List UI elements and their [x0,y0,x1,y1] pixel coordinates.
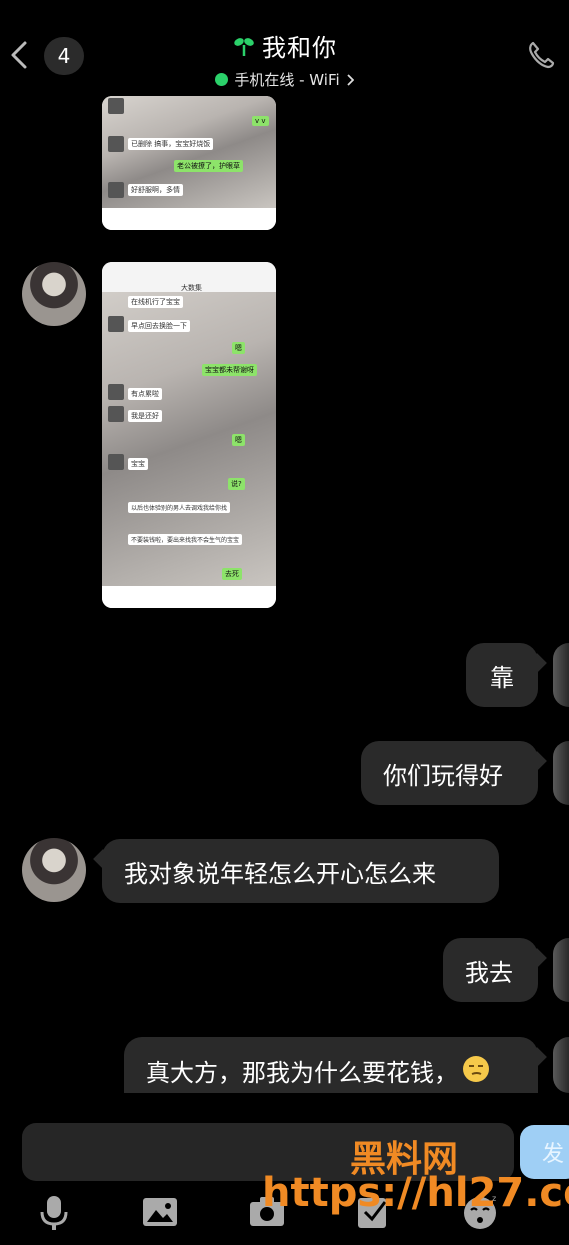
message-text: 我对象说年轻怎么开心怎么来 [124,859,436,888]
chat-header: 我和你 手机在线 - WiFi [0,28,569,90]
mini-avatar [108,384,124,400]
mini-avatar [108,454,124,470]
message-text: 靠 [490,663,514,692]
phone-icon[interactable] [527,40,555,70]
avatar[interactable] [22,838,86,902]
mini-bubble: v v [252,116,269,126]
avatar[interactable] [553,1037,569,1093]
mini-bubble: 不要装钱啦，要出来找我不会生气的宝宝 [128,534,243,545]
mini-bubble: 嗯 [232,342,245,354]
image-icon[interactable] [140,1192,180,1232]
online-status-text: 手机在线 - WiFi [234,71,340,89]
mini-bubble: 好舒服啊，多情 [128,184,183,196]
avatar[interactable] [553,643,569,707]
mini-bubble: 说? [228,478,245,490]
mini-avatar [108,136,124,152]
mini-title: 大数集 [181,284,202,292]
avatar[interactable] [553,938,569,1002]
message-bubble[interactable]: 真大方，那我为什么要花钱， [124,1037,538,1093]
message-bubble[interactable]: 我去 [443,938,538,1002]
mini-input-bar [102,586,276,608]
chat-title[interactable]: 我和你 [232,28,337,63]
message-bubble[interactable]: 我对象说年轻怎么开心怎么来 [102,839,499,903]
sprout-icon [234,37,254,56]
mini-bubble: 宝宝 [128,458,148,470]
mini-bubble: 我是还好 [128,410,162,422]
mini-bubble: 在线机行了宝宝 [128,296,183,308]
mini-avatar [108,406,124,422]
mini-bubble: 老公被撩了，护眼草 [174,160,243,172]
message-text: 你们玩得好 [383,761,503,790]
mini-avatar [108,316,124,332]
image-message[interactable]: 大数集 在线机行了宝宝 早点回去换脸一下 嗯 宝宝都未帮谢呀 有点累啦 我是还好… [102,262,276,608]
watermark-url: https://hl27.co [262,1170,569,1216]
avatar[interactable] [553,741,569,805]
mini-bubble: 已删除 搞事，宝宝好烧饭 [128,138,214,150]
send-label: 发 [542,1142,565,1167]
online-status[interactable]: 手机在线 - WiFi [215,69,354,90]
mini-avatar [108,182,124,198]
message-bubble[interactable]: 你们玩得好 [361,741,538,805]
chevron-right-icon [347,73,354,86]
microphone-icon[interactable] [34,1192,74,1232]
mini-bubble: 宝宝都未帮谢呀 [202,364,257,376]
smirk-emoji-icon [463,1056,489,1082]
message-text: 真大方，那我为什么要花钱， [146,1059,458,1087]
mini-bubble: 去死 [222,568,242,580]
mini-bubble: 有点累啦 [128,388,162,400]
mini-bubble: 嗯 [232,434,245,446]
mini-input-bar [102,208,276,230]
image-message[interactable]: v v 已删除 搞事，宝宝好烧饭 老公被撩了，护眼草 好舒服啊，多情 [102,96,276,230]
online-dot-icon [215,73,229,86]
message-text: 我去 [465,958,513,987]
chat-title-text: 我和你 [262,34,337,62]
mini-bubble: 以后也体验别的男人去调戏我给你找 [128,502,231,513]
avatar[interactable] [22,262,86,326]
mini-avatar [108,98,124,114]
mini-bubble: 早点回去换脸一下 [128,320,190,332]
message-bubble[interactable]: 靠 [466,643,538,707]
